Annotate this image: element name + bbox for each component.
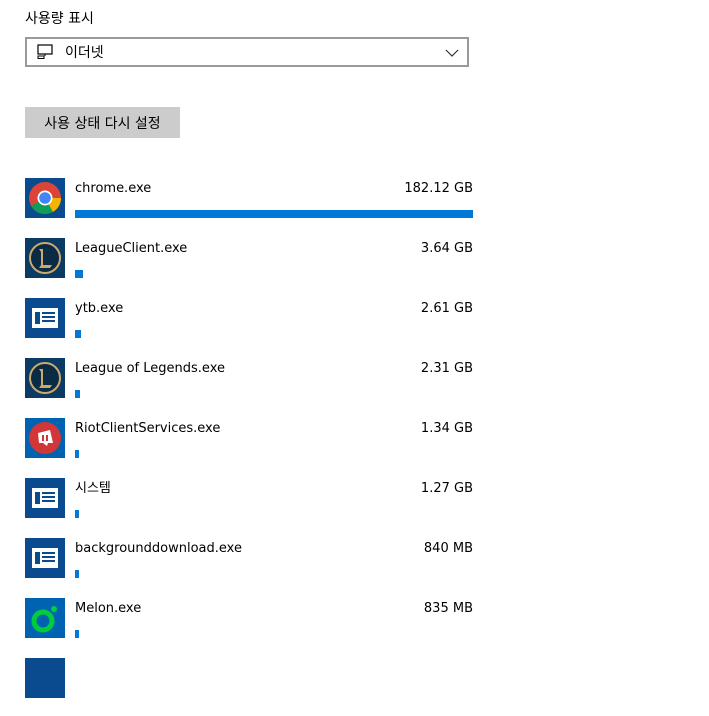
usage-bar [75,270,473,278]
app-usage-row[interactable]: RiotClientServices.exe 1.34 GB [25,416,473,476]
usage-bar [75,390,473,398]
app-name: League of Legends.exe [75,361,225,376]
default-app-icon [25,478,65,518]
app-usage-row[interactable]: chrome.exe 182.12 GB [25,176,473,236]
default-app-icon [25,538,65,578]
usage-bar-fill [75,570,79,578]
app-usage-row[interactable]: ytb.exe 2.61 GB [25,296,473,356]
league-of-legends-icon [25,238,65,278]
usage-bar [75,510,473,518]
app-usage-row[interactable]: 시스템 1.27 GB [25,476,473,536]
chevron-down-icon [445,45,459,59]
app-usage-value: 182.12 GB [404,181,473,196]
app-name: backgrounddownload.exe [75,541,242,556]
app-usage-row[interactable]: LeagueClient.exe 3.64 GB [25,236,473,296]
network-select-value: 이더넷 [65,45,104,61]
usage-bar-fill [75,630,79,638]
usage-bar-fill [75,270,83,278]
usage-bar-fill [75,390,80,398]
app-usage-value: 1.34 GB [420,421,473,436]
app-name: chrome.exe [75,181,152,196]
app-usage-row[interactable] [25,656,473,716]
usage-bar-fill [75,210,473,218]
app-name: LeagueClient.exe [75,241,188,256]
usage-bar [75,330,473,338]
app-name: 시스템 [75,481,111,496]
app-usage-row[interactable]: Melon.exe 835 MB [25,596,473,656]
app-usage-value: 3.64 GB [420,241,473,256]
ethernet-icon [37,44,55,60]
chrome-icon [25,178,65,218]
reset-usage-button[interactable]: 사용 상태 다시 설정 [25,107,180,138]
app-usage-row[interactable]: backgrounddownload.exe 840 MB [25,536,473,596]
app-name: ytb.exe [75,301,124,316]
usage-bar-fill [75,330,81,338]
usage-bar [75,630,473,638]
app-usage-value: 835 MB [423,601,473,616]
network-select[interactable]: 이더넷 [25,37,469,67]
app-usage-value: 1.27 GB [420,481,473,496]
usage-bar-fill [75,450,79,458]
usage-bar [75,210,473,218]
app-usage-list: chrome.exe 182.12 GB LeagueClient.exe 3.… [25,176,473,716]
usage-bar [75,570,473,578]
league-of-legends-icon [25,358,65,398]
usage-bar-fill [75,510,79,518]
melon-icon [25,598,65,638]
app-name: RiotClientServices.exe [75,421,221,436]
default-app-icon [25,658,65,698]
default-app-icon [25,298,65,338]
riot-client-icon [25,418,65,458]
usage-bar [75,450,473,458]
usage-label: 사용량 표시 [25,11,94,27]
app-name: Melon.exe [75,601,142,616]
app-usage-value: 2.61 GB [420,301,473,316]
app-usage-value: 840 MB [423,541,473,556]
app-usage-value: 2.31 GB [420,361,473,376]
app-usage-row[interactable]: League of Legends.exe 2.31 GB [25,356,473,416]
